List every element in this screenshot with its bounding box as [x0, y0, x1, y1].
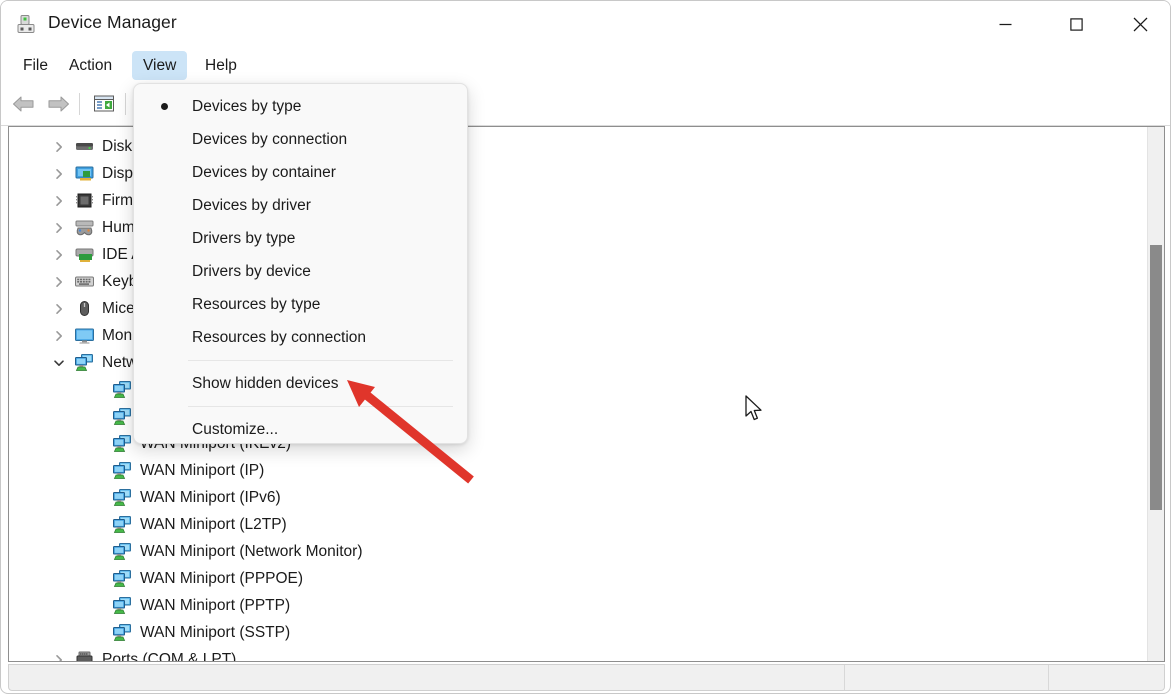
menu-separator — [188, 360, 453, 361]
view-menu-item-label: Drivers by device — [192, 263, 311, 280]
tree-row-label: Ports (COM & LPT) — [102, 646, 236, 661]
network-adapter-icon — [112, 461, 133, 479]
tree-row[interactable]: WAN Miniport (PPPOE) — [9, 565, 1148, 592]
display-adapter-icon — [74, 164, 95, 182]
chevron-right-icon[interactable] — [51, 220, 67, 236]
menu-action[interactable]: Action — [58, 51, 123, 80]
ide-controller-icon — [74, 245, 95, 263]
view-menu-item-label: Devices by driver — [192, 197, 311, 214]
chevron-right-icon[interactable] — [51, 247, 67, 263]
tree-row-label: WAN Miniport (PPPOE) — [140, 565, 303, 592]
network-adapter-icon — [112, 569, 133, 587]
title-bar: Device Manager — [1, 1, 1170, 48]
device-manager-icon — [16, 13, 40, 37]
menu-bar: File Action View Help — [1, 48, 1170, 83]
monitor-icon — [74, 326, 95, 344]
view-menu-item[interactable]: Drivers by type — [138, 222, 463, 255]
close-button[interactable] — [1117, 1, 1164, 48]
tree-row-label: WAN Miniport (PPTP) — [140, 592, 290, 619]
tree-row-label: WAN Miniport (IP) — [140, 457, 264, 484]
disk-drive-icon — [74, 137, 95, 155]
tree-row-label: WAN Miniport (Network Monitor) — [140, 538, 363, 565]
status-cell-3 — [1049, 665, 1164, 690]
tree-row[interactable]: WAN Miniport (IPv6) — [9, 484, 1148, 511]
toolbar-separator — [79, 93, 80, 115]
firmware-icon — [74, 191, 95, 209]
tree-row[interactable]: WAN Miniport (PPTP) — [9, 592, 1148, 619]
status-cell-2 — [845, 665, 1049, 690]
chevron-right-icon[interactable] — [51, 301, 67, 317]
chevron-right-icon[interactable] — [51, 139, 67, 155]
scrollbar-thumb[interactable] — [1150, 245, 1162, 510]
tree-row-label: WAN Miniport (L2TP) — [140, 511, 287, 538]
chevron-right-icon[interactable] — [51, 328, 67, 344]
status-bar — [8, 664, 1165, 691]
mouse-pointer — [745, 395, 765, 423]
view-menu-item-label: Show hidden devices — [192, 375, 339, 392]
view-menu-item-label: Resources by type — [192, 296, 320, 313]
view-menu-item[interactable]: Drivers by device — [138, 255, 463, 288]
mouse-icon — [74, 299, 95, 317]
chevron-right-icon[interactable] — [51, 652, 67, 661]
tree-row[interactable]: Ports (COM & LPT) — [9, 646, 1148, 661]
window-title: Device Manager — [48, 12, 177, 33]
menu-file[interactable]: File — [12, 51, 59, 80]
view-menu-item-label: Resources by connection — [192, 329, 366, 346]
vertical-scrollbar[interactable] — [1147, 127, 1164, 661]
network-adapter-icon — [112, 407, 133, 425]
view-menu-item-label: Devices by type — [192, 98, 301, 115]
view-menu-item-label: Devices by connection — [192, 131, 347, 148]
minimize-button[interactable] — [982, 1, 1029, 48]
network-adapter-icon — [112, 380, 133, 398]
network-adapter-icon — [112, 623, 133, 641]
view-menu-item[interactable]: Show hidden devices — [138, 367, 463, 400]
tree-row-label: WAN Miniport (IPv6) — [140, 484, 281, 511]
tree-row[interactable]: WAN Miniport (L2TP) — [9, 511, 1148, 538]
toolbar-separator-2 — [125, 93, 126, 115]
keyboard-icon — [74, 272, 95, 290]
tree-row[interactable]: WAN Miniport (IP) — [9, 457, 1148, 484]
hid-icon — [74, 218, 95, 236]
maximize-button[interactable] — [1053, 1, 1100, 48]
network-adapter-icon — [112, 515, 133, 533]
chevron-right-icon[interactable] — [51, 274, 67, 290]
chevron-down-icon[interactable] — [51, 355, 67, 371]
network-adapter-icon — [112, 542, 133, 560]
status-cell-1 — [9, 665, 845, 690]
port-icon — [74, 650, 95, 661]
menu-help[interactable]: Help — [194, 51, 248, 80]
chevron-right-icon[interactable] — [51, 166, 67, 182]
tree-row[interactable]: WAN Miniport (SSTP) — [9, 619, 1148, 646]
properties-button[interactable] — [89, 89, 119, 119]
chevron-right-icon[interactable] — [51, 193, 67, 209]
tree-row[interactable]: WAN Miniport (Network Monitor) — [9, 538, 1148, 565]
view-menu-item[interactable]: Devices by driver — [138, 189, 463, 222]
view-menu-item[interactable]: Devices by connection — [138, 123, 463, 156]
network-adapter-icon — [112, 596, 133, 614]
view-menu-item-label: Drivers by type — [192, 230, 295, 247]
network-adapter-icon — [74, 353, 95, 371]
menu-view[interactable]: View — [132, 51, 187, 80]
view-dropdown-menu[interactable]: Devices by type Devices by connection Devi… — [133, 83, 468, 444]
tree-row-label: WAN Miniport (SSTP) — [140, 619, 290, 646]
back-button[interactable] — [9, 89, 39, 119]
radio-selected-icon — [161, 103, 168, 110]
menu-separator — [188, 406, 453, 407]
view-menu-item[interactable]: Devices by container — [138, 156, 463, 189]
device-manager-screenshot: Device Manager File Action — [0, 0, 1171, 694]
view-menu-item[interactable]: Customize... — [138, 413, 463, 446]
view-menu-item-label: Devices by container — [192, 164, 336, 181]
device-manager-window: Device Manager File Action — [0, 0, 1171, 694]
forward-button[interactable] — [43, 89, 73, 119]
network-adapter-icon — [112, 434, 133, 452]
view-menu-item-label: Customize... — [192, 421, 278, 438]
network-adapter-icon — [112, 488, 133, 506]
view-menu-item[interactable]: Resources by connection — [138, 321, 463, 354]
view-menu-item[interactable]: Resources by type — [138, 288, 463, 321]
view-menu-item[interactable]: Devices by type — [138, 90, 463, 123]
